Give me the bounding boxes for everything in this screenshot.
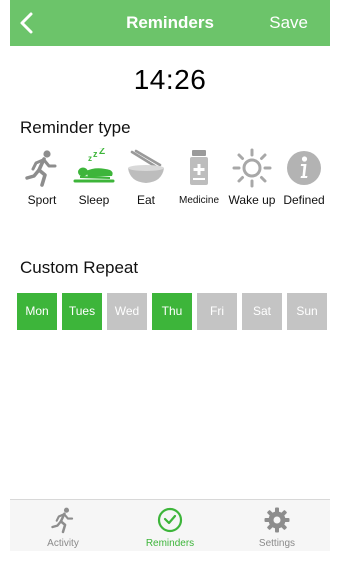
chevron-left-icon: [20, 12, 33, 34]
day-toggle-wed[interactable]: Wed: [107, 293, 147, 330]
header-bar: Reminders Save: [10, 0, 330, 46]
running-person-icon: [25, 150, 57, 187]
tab-settings[interactable]: Settings: [224, 500, 330, 551]
sun-icon: [232, 148, 272, 188]
clock-check-icon: [157, 507, 183, 533]
info-icon: [287, 151, 321, 185]
medicine-bottle-icon: [190, 150, 208, 185]
reminder-type-label: Defined: [283, 193, 325, 207]
custom-repeat-heading: Custom Repeat: [20, 258, 139, 277]
day-toggle-mon[interactable]: Mon: [17, 293, 57, 330]
day-toggle-sat[interactable]: Sat: [242, 293, 282, 330]
day-toggle-thu[interactable]: Thu: [152, 293, 192, 330]
tab-label: Settings: [258, 538, 296, 549]
tab-reminders[interactable]: Reminders: [117, 500, 223, 551]
sleeping-person-icon: z z Z: [73, 148, 115, 183]
day-toggle-tues[interactable]: Tues: [62, 293, 102, 330]
running-person-icon: [51, 507, 74, 534]
gear-icon: [264, 507, 290, 533]
reminder-type-list: Sport z z Z Sleep Eat Medicine Wake up D…: [16, 148, 332, 212]
svg-text:z: z: [88, 154, 92, 163]
tab-label: Activity: [47, 538, 79, 549]
bowl-chopsticks-icon: [128, 149, 164, 183]
reminder-type-heading: Reminder type: [20, 118, 131, 137]
bottom-tab-bar: Activity Reminders Settings: [10, 499, 330, 551]
save-button[interactable]: Save: [269, 13, 308, 33]
day-toggle-fri[interactable]: Fri: [197, 293, 237, 330]
svg-text:Z: Z: [99, 148, 105, 157]
reminder-time[interactable]: 14:26: [0, 64, 340, 96]
tab-label: Reminders: [145, 538, 195, 549]
day-toggle-sun[interactable]: Sun: [287, 293, 327, 330]
tab-activity[interactable]: Activity: [10, 500, 116, 551]
reminder-type-defined[interactable]: Defined: [278, 148, 330, 212]
repeat-day-list: Mon Tues Wed Thu Fri Sat Sun: [17, 293, 329, 331]
svg-text:z: z: [93, 149, 98, 159]
back-button[interactable]: [16, 10, 42, 36]
